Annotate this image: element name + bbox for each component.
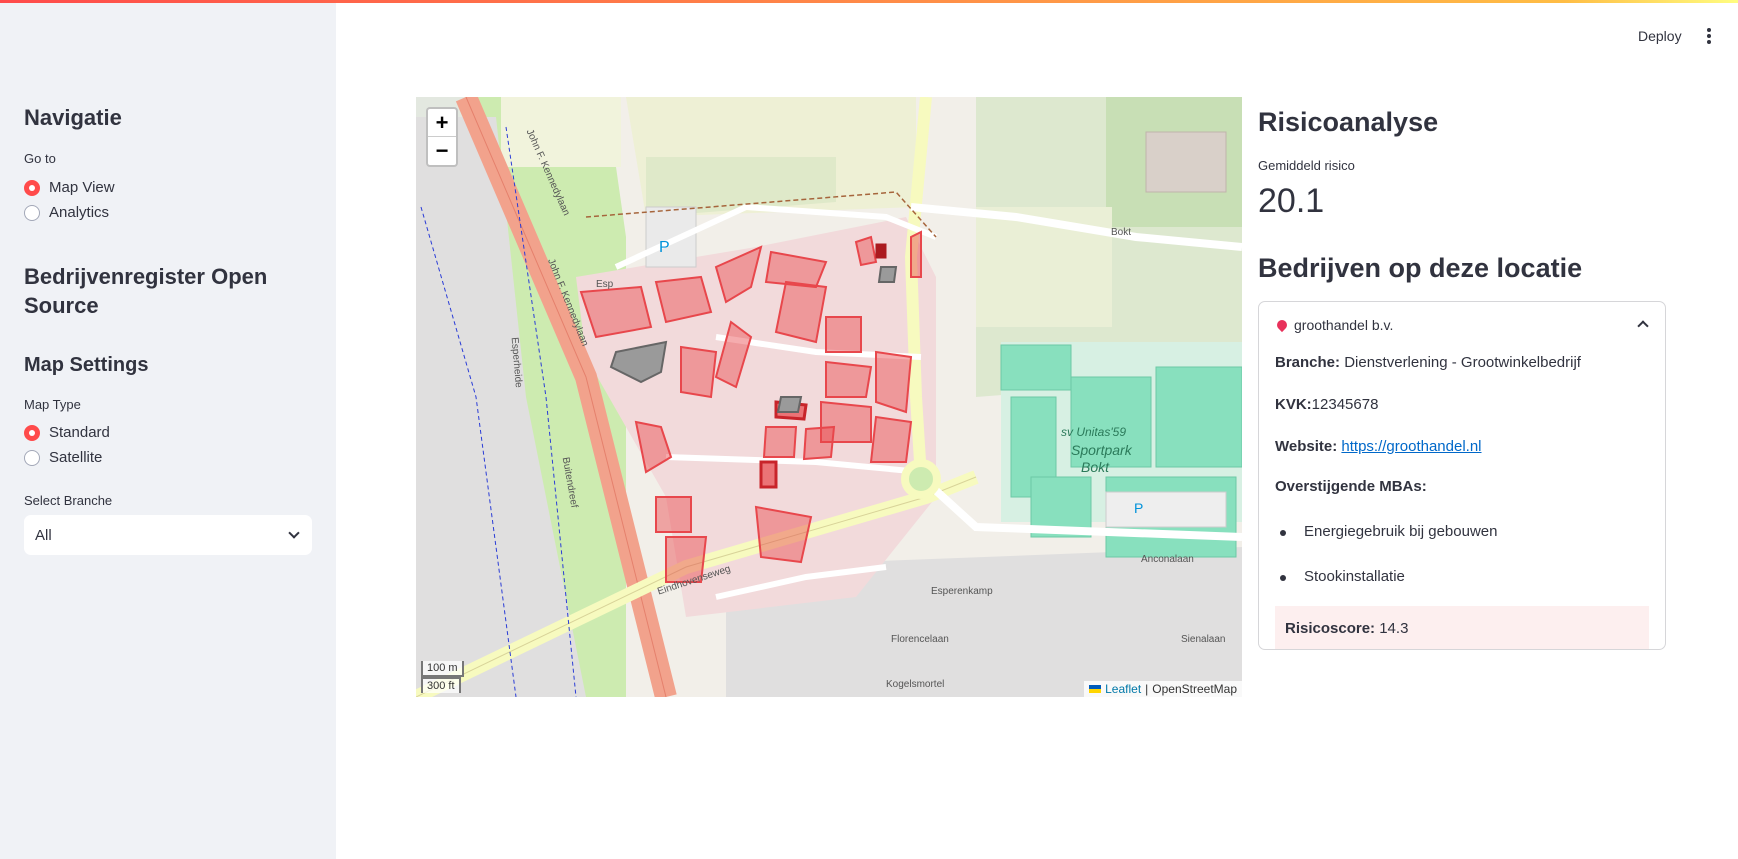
ukraine-flag-icon [1089, 685, 1102, 693]
branche-value: Dienstverlening - Grootwinkelbedrijf [1344, 354, 1581, 371]
map-label-street: Esperenkamp [931, 586, 993, 597]
nav-title: Navigatie [24, 105, 122, 130]
register-title: Bedrijvenregister Open Source [24, 264, 268, 318]
radio-selected-icon [24, 179, 40, 196]
metric-label: Gemiddeld risico [1258, 158, 1355, 173]
radio-label: Standard [49, 424, 110, 441]
zoom-in-button[interactable]: + [428, 109, 456, 137]
radio-standard[interactable]: Standard [24, 424, 110, 441]
sidebar: Navigatie Go to Map View Analytics Bedri… [0, 3, 336, 859]
kvk-row: KVK:12345678 [1275, 396, 1378, 413]
zoom-out-button[interactable]: − [428, 137, 456, 165]
kvk-label: KVK: [1275, 396, 1312, 413]
company-name: groothandel b.v. [1294, 317, 1394, 333]
chevron-up-icon [1637, 320, 1649, 332]
kebab-menu-icon[interactable] [1702, 27, 1716, 47]
map-label-park: Sportpark [1071, 442, 1132, 458]
mba-list-item: Energiegebruik bij gebouwen [1279, 523, 1498, 540]
metric-value: 20.1 [1258, 182, 1325, 220]
website-row: Website: https://groothandel.nl [1275, 438, 1482, 455]
leaflet-link[interactable]: Leaflet [1105, 682, 1141, 696]
map-attribution: Leaflet | OpenStreetMap [1084, 681, 1242, 697]
radio-map-view[interactable]: Map View [24, 179, 115, 196]
radio-selected-icon [24, 424, 40, 441]
svg-text:P: P [1134, 500, 1143, 516]
radio-analytics[interactable]: Analytics [24, 204, 109, 221]
map-label-street: Anconalaan [1141, 554, 1194, 565]
map-pin-icon [1274, 317, 1290, 333]
map-tiles: P P [416, 97, 1242, 697]
svg-text:P: P [659, 239, 670, 256]
map-label-street: Esp [596, 279, 614, 290]
mba-label: Overstijgende MBAs: [1275, 478, 1427, 495]
map-view[interactable]: P P John F. Kennedylaan John F. Kennedyl… [416, 97, 1242, 697]
risk-score-label: Risicoscore: [1285, 620, 1376, 637]
branche-row: Branche: Dienstverlening - Grootwinkelbe… [1275, 354, 1581, 371]
risk-score-value: 14.3 [1379, 620, 1409, 637]
website-label: Website: [1275, 438, 1338, 455]
website-link[interactable]: https://groothandel.nl [1341, 438, 1481, 455]
map-label-street: Sienalaan [1181, 634, 1226, 645]
scale-metric: 100 m [421, 661, 464, 677]
company-expander: groothandel b.v. Branche: Dienstverlenin… [1258, 301, 1666, 650]
mba-list-item: Stookinstallatie [1280, 568, 1405, 585]
map-type-label: Map Type [24, 397, 81, 412]
map-label-street: Kogelsmortel [886, 679, 945, 690]
branche-select[interactable]: All [24, 515, 312, 555]
scale-imperial: 300 ft [421, 677, 461, 693]
chevron-down-icon [288, 526, 300, 539]
osm-attribution[interactable]: OpenStreetMap [1152, 682, 1237, 696]
risk-score-box: Risicoscore: 14.3 [1275, 606, 1649, 649]
branche-select-value: All [35, 526, 52, 544]
radio-label: Analytics [49, 204, 110, 221]
companies-title: Bedrijven op deze locatie [1258, 253, 1583, 283]
zoom-control: + − [426, 107, 458, 167]
radio-satellite[interactable]: Satellite [24, 449, 102, 466]
map-settings-title: Map Settings [24, 354, 149, 376]
attribution-separator: | [1145, 682, 1149, 696]
map-label-street: Bokt [1111, 227, 1132, 238]
goto-label: Go to [24, 151, 56, 166]
radio-label: Satellite [49, 449, 103, 466]
radio-unselected-icon [24, 204, 40, 221]
deploy-button[interactable]: Deploy [1630, 26, 1690, 46]
branche-label: Branche: [1275, 354, 1341, 371]
radio-unselected-icon [24, 449, 40, 466]
company-expander-header[interactable]: groothandel b.v. [1259, 302, 1665, 348]
panel-title: Risicoanalyse [1258, 107, 1439, 137]
radio-label: Map View [49, 179, 115, 196]
kvk-value: 12345678 [1311, 396, 1379, 413]
map-label-club: sv Unitas'59 [1061, 425, 1126, 439]
map-label-park: Bokt [1081, 459, 1110, 475]
branche-label: Select Branche [24, 493, 113, 508]
map-label-street: Florencelaan [891, 634, 949, 645]
mba-row: Overstijgende MBAs: [1275, 478, 1427, 495]
